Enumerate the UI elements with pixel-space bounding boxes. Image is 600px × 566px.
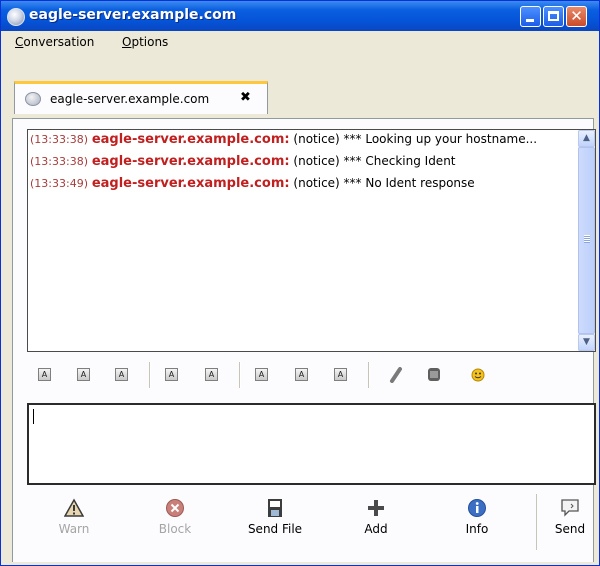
foreground-color-icon[interactable]: A — [334, 368, 347, 381]
info-button[interactable]: Info — [441, 498, 513, 536]
scroll-up-icon[interactable]: ▲ — [578, 130, 595, 147]
menu-bar: Conversation Options — [1, 31, 599, 53]
message-timestamp: (13:33:38) — [30, 133, 88, 146]
font-icon[interactable]: A — [295, 368, 308, 381]
shrink-font-icon[interactable]: A — [205, 368, 218, 381]
scroll-thumb[interactable] — [578, 147, 595, 334]
send-file-label: Send File — [247, 522, 303, 536]
add-button[interactable]: Add — [340, 498, 412, 536]
info-icon — [468, 499, 486, 517]
grow-font-icon[interactable]: A — [165, 368, 178, 381]
scroll-down-icon[interactable]: ▼ — [578, 334, 595, 351]
maximize-button[interactable] — [543, 6, 564, 27]
menu-options[interactable]: Options — [122, 35, 168, 49]
send-label: Send — [554, 522, 586, 536]
warn-icon — [64, 498, 84, 517]
message-line: (13:33:38) eagle-server.example.com: (no… — [30, 154, 570, 169]
minimize-icon — [526, 19, 534, 22]
send-icon — [561, 499, 579, 517]
tab-close-icon[interactable]: ✖ — [240, 90, 251, 105]
bold-icon[interactable]: A — [38, 368, 51, 381]
block-button[interactable]: Block — [139, 498, 211, 536]
toolbar-separator — [149, 362, 151, 388]
underline-icon[interactable]: A — [115, 368, 128, 381]
title-bar[interactable]: eagle-server.example.com ✕ — [1, 1, 599, 31]
close-icon: ✕ — [570, 7, 583, 25]
send-button[interactable]: Send — [535, 498, 600, 536]
message-text: (notice) *** No Ident response — [293, 176, 475, 190]
message-line: (13:33:49) eagle-server.example.com: (no… — [30, 176, 570, 191]
toolbar-separator — [368, 362, 370, 388]
add-label: Add — [364, 522, 388, 536]
block-label: Block — [158, 522, 192, 536]
tab-strip: eagle-server.example.com ✖ — [1, 53, 599, 119]
log-scrollbar[interactable]: ▲ ▼ — [578, 130, 595, 351]
message-sender: eagle-server.example.com: — [91, 132, 290, 147]
image-icon[interactable] — [427, 367, 441, 382]
smiley-icon[interactable] — [471, 368, 485, 382]
background-color-icon[interactable]: A — [255, 368, 268, 381]
message-text: (notice) *** Checking Ident — [293, 154, 456, 168]
action-bar: Warn Block Send File Add Info Send — [13, 488, 593, 562]
link-icon[interactable] — [389, 367, 403, 383]
block-icon — [166, 499, 184, 517]
message-sender: eagle-server.example.com: — [91, 176, 290, 191]
message-timestamp: (13:33:49) — [30, 177, 88, 190]
message-log[interactable]: (13:33:38) eagle-server.example.com: (no… — [27, 129, 596, 352]
message-timestamp: (13:33:38) — [30, 155, 88, 168]
tab-conversation[interactable]: eagle-server.example.com ✖ — [14, 81, 268, 114]
app-logo-icon — [7, 8, 25, 26]
message-line: (13:33:38) eagle-server.example.com: (no… — [30, 132, 570, 147]
info-label: Info — [465, 522, 489, 536]
close-window-button[interactable]: ✕ — [566, 6, 587, 27]
menu-conversation-label: onversation — [23, 35, 95, 49]
add-icon — [368, 500, 384, 516]
message-text: (notice) *** Looking up your hostname... — [293, 132, 538, 146]
message-input[interactable] — [27, 403, 596, 485]
minimize-button[interactable] — [520, 6, 541, 27]
window-title: eagle-server.example.com — [29, 7, 237, 23]
text-caret — [33, 409, 34, 424]
message-list: (13:33:38) eagle-server.example.com: (no… — [30, 132, 570, 198]
warn-button[interactable]: Warn — [38, 498, 110, 536]
menu-options-label: ptions — [131, 35, 169, 49]
send-file-button[interactable]: Send File — [239, 498, 311, 536]
warn-label: Warn — [58, 522, 90, 536]
message-sender: eagle-server.example.com: — [91, 154, 290, 169]
toolbar-separator — [239, 362, 241, 388]
maximize-icon — [548, 11, 559, 21]
menu-conversation[interactable]: Conversation — [15, 35, 94, 49]
tab-label: eagle-server.example.com — [50, 92, 210, 106]
italic-icon[interactable]: A — [77, 368, 90, 381]
formatting-toolbar: A A A A A A A A — [28, 362, 594, 390]
protocol-icon — [25, 92, 41, 106]
grip-icon — [584, 235, 590, 243]
send-file-icon — [268, 499, 282, 517]
